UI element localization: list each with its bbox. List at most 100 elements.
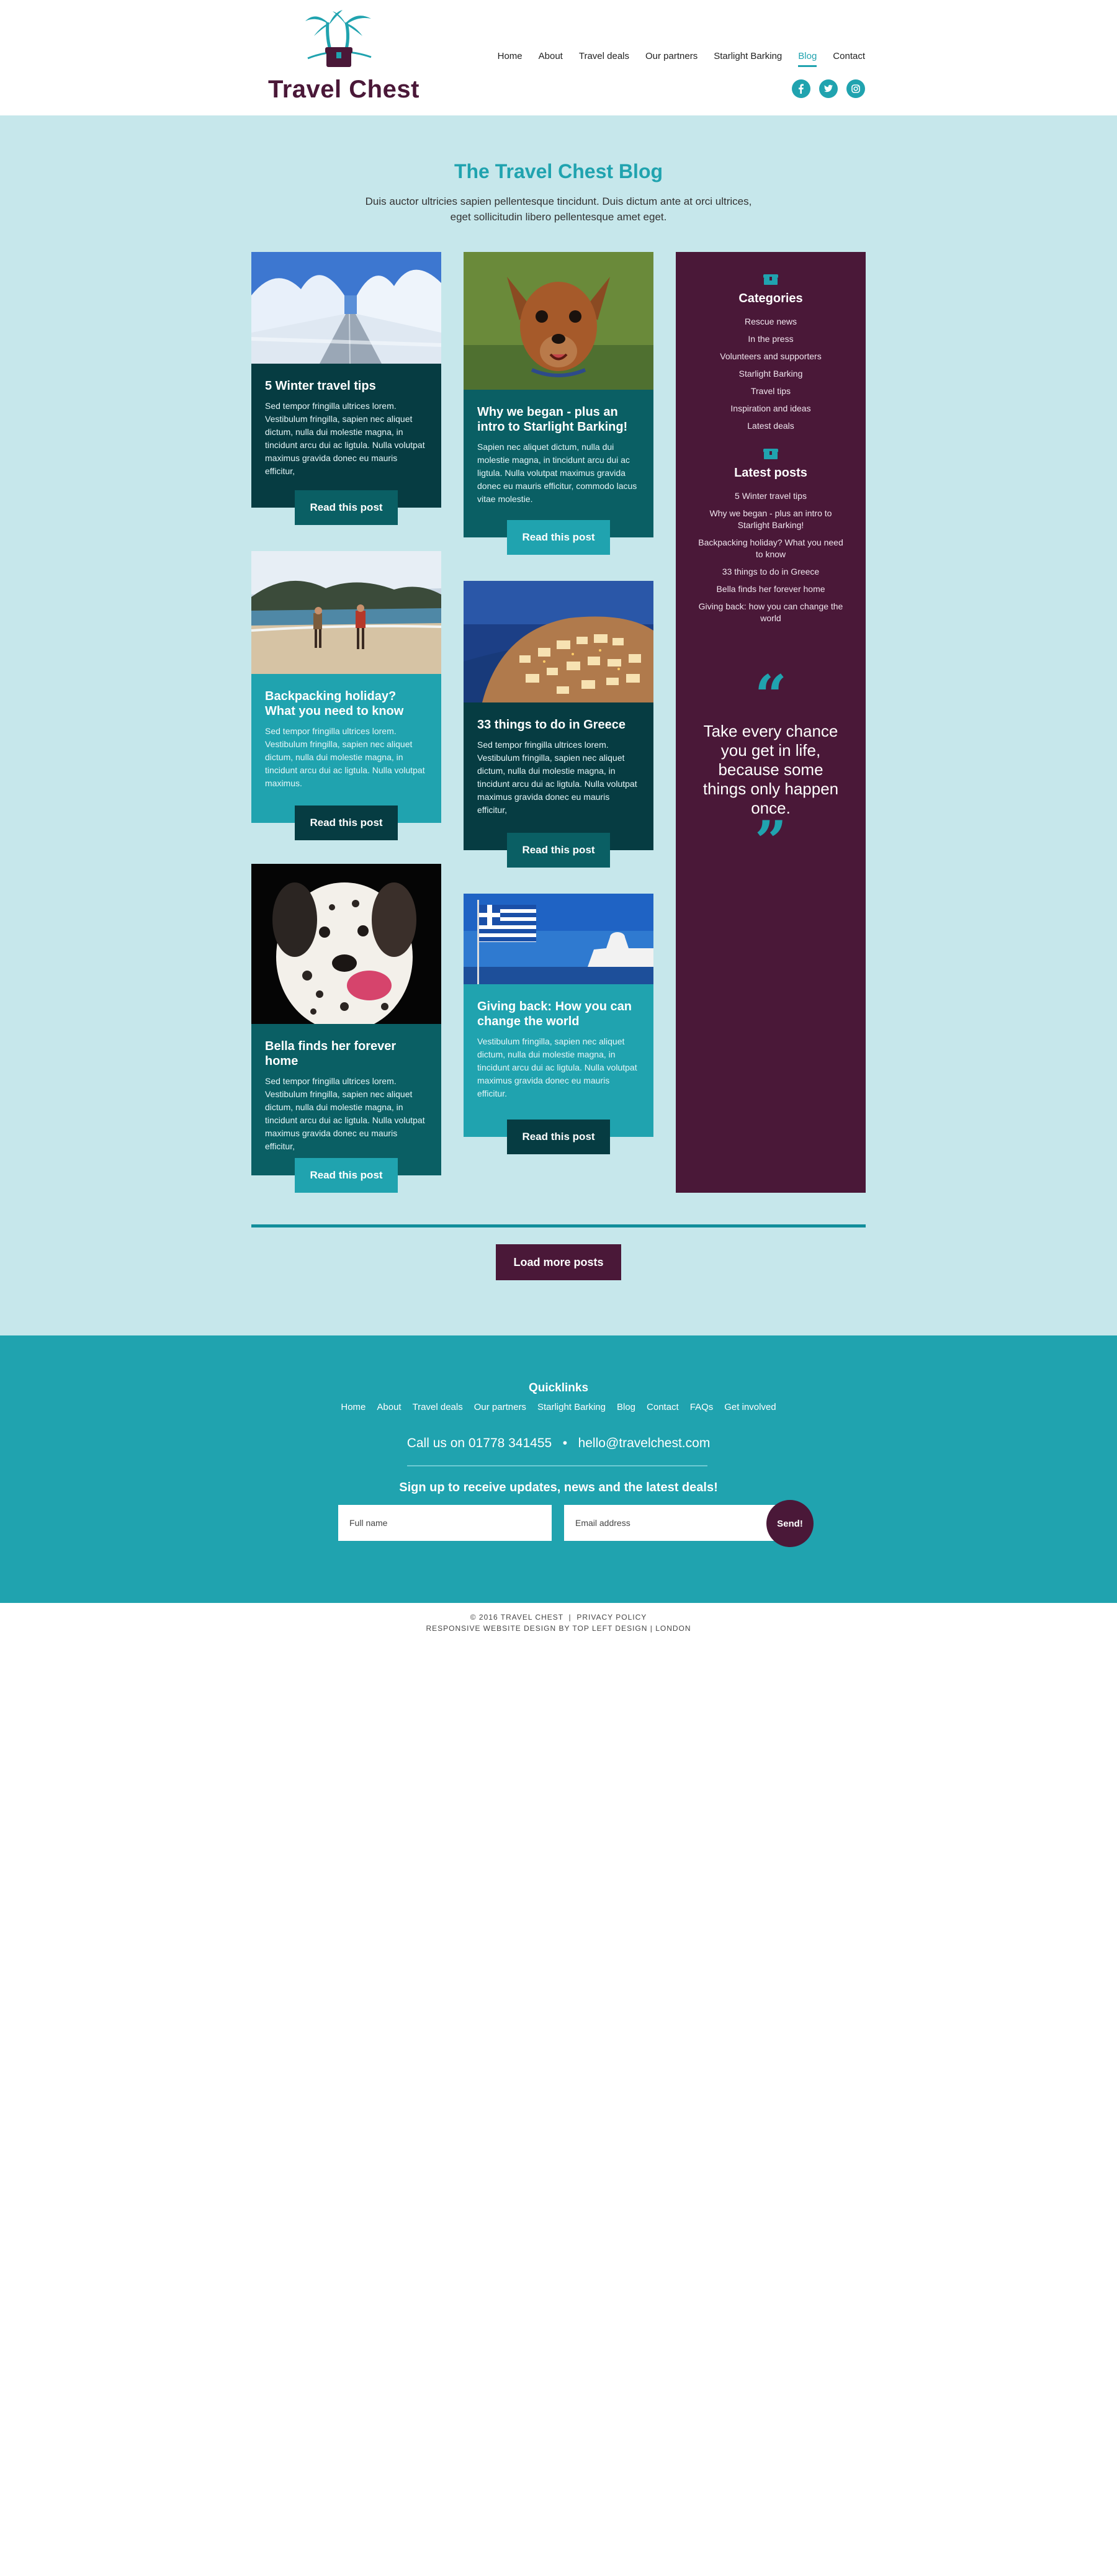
post-title[interactable]: Bella finds her forever home [265,1039,428,1069]
post-card-body: Why we began - plus an intro to Starligh… [464,390,653,537]
page-intro: Duis auctor ultricies sapien pellentesqu… [365,195,752,223]
post-card-giving-back: Giving back: How you can change the worl… [464,894,653,1154]
santorini-image[interactable] [464,581,653,702]
section-divider [251,1224,866,1227]
latest-post-link[interactable]: 33 things to do in Greece [676,563,866,581]
post-card-greece: 33 things to do in Greece Sed tempor fri… [464,581,653,868]
chest-icon [763,274,778,285]
categories-heading: Categories [738,292,803,305]
category-link[interactable]: Rescue news [676,313,866,331]
nav-our-partners[interactable]: Our partners [637,50,706,63]
category-link[interactable]: In the press [676,331,866,348]
load-more-button[interactable]: Load more posts [496,1244,621,1280]
open-quote-icon: “ [755,663,787,729]
sidebar-quote: Take every chance you get in life, becau… [702,722,839,817]
nav-home[interactable]: Home [490,50,531,63]
post-card-body: Backpacking holiday? What you need to kn… [251,674,441,823]
post-excerpt: Sed tempor fringilla ultrices lorem. Ves… [265,726,425,788]
post-card-winter-tips: 5 Winter travel tips Sed tempor fringill… [251,252,441,525]
category-link[interactable]: Starlight Barking [676,366,866,383]
quicklink-get-involved[interactable]: Get involved [719,1402,781,1412]
category-link[interactable]: Travel tips [676,383,866,400]
nav-travel-deals[interactable]: Travel deals [571,50,637,63]
quicklink-contact[interactable]: Contact [641,1402,684,1412]
snowy-road-image[interactable] [251,252,441,364]
copyright-line[interactable]: © 2016 TRAVEL CHEST | PRIVACY POLICY [0,1612,1117,1623]
small-dog-image[interactable] [464,252,653,390]
beach-hikers-image[interactable] [251,551,441,674]
post-title[interactable]: 33 things to do in Greece [477,717,640,732]
quicklink-blog[interactable]: Blog [611,1402,641,1412]
latest-post-link[interactable]: 5 Winter travel tips [676,488,866,505]
logo-wordmark: Travel Chest [268,76,419,103]
post-card-backpacking: Backpacking holiday? What you need to kn… [251,551,441,840]
main-nav: Home About Travel deals Our partners Sta… [490,50,865,67]
quicklink-home[interactable]: Home [335,1402,371,1412]
category-link[interactable]: Inspiration and ideas [676,400,866,418]
read-post-button[interactable]: Read this post [507,833,610,868]
nav-starlight-barking[interactable]: Starlight Barking [706,50,790,63]
post-card-body: Giving back: How you can change the worl… [464,984,653,1137]
quicklink-starlight-barking[interactable]: Starlight Barking [532,1402,611,1412]
categories-list: Rescue news In the press Volunteers and … [676,313,866,435]
quicklink-about[interactable]: About [371,1402,406,1412]
credit-line[interactable]: RESPONSIVE WEBSITE DESIGN BY TOP LEFT DE… [0,1623,1117,1634]
post-title[interactable]: Giving back: How you can change the worl… [477,999,640,1029]
post-excerpt: Vestibulum fringilla, sapien nec aliquet… [477,1036,637,1098]
post-title[interactable]: Backpacking holiday? What you need to kn… [265,689,428,719]
read-post-button[interactable]: Read this post [295,806,398,840]
latest-posts-heading: Latest posts [734,466,807,480]
page-title: The Travel Chest Blog [454,160,663,182]
send-button[interactable]: Send! [766,1500,814,1547]
post-title[interactable]: 5 Winter travel tips [265,379,428,393]
close-quote-icon: ” [755,809,787,874]
nav-contact[interactable]: Contact [825,50,865,63]
nav-about[interactable]: About [531,50,571,63]
post-card-body: Bella finds her forever home Sed tempor … [251,1024,441,1175]
twitter-icon[interactable] [819,79,838,98]
post-card-body: 33 things to do in Greece Sed tempor fri… [464,702,653,850]
quicklink-travel-deals[interactable]: Travel deals [407,1402,469,1412]
post-card-why-we-began: Why we began - plus an intro to Starligh… [464,252,653,555]
post-excerpt: Sed tempor fringilla ultrices lorem. Ves… [265,1076,425,1151]
palm-chest-logo-icon [305,10,372,67]
read-post-button[interactable]: Read this post [295,1158,398,1193]
latest-post-link[interactable]: Bella finds her forever home [676,581,866,598]
social-links [792,79,865,98]
latest-post-link[interactable]: Backpacking holiday? What you need to kn… [676,534,866,563]
quicklinks-heading: Quicklinks [528,1381,589,1394]
latest-posts-list: 5 Winter travel tips Why we began - plus… [676,488,866,627]
travel-chest-logo[interactable]: Travel Chest [264,9,419,108]
footer-divider [407,1465,707,1466]
site-footer: Quicklinks Home About Travel deals Our p… [0,1335,1117,1603]
read-post-button[interactable]: Read this post [295,490,398,525]
site-header: Travel Chest Home About Travel deals Our… [0,0,1117,115]
email-field[interactable] [564,1505,787,1541]
quicklinks-nav: Home About Travel deals Our partners Sta… [0,1402,1117,1412]
dalmatian-image[interactable] [251,864,441,1024]
post-excerpt: Sed tempor fringilla ultrices lorem. Ves… [477,740,637,815]
signup-heading: Sign up to receive updates, news and the… [399,1481,718,1494]
read-post-button[interactable]: Read this post [507,1120,610,1154]
chest-icon [763,449,778,459]
latest-post-link[interactable]: Giving back: how you can change the worl… [676,598,866,627]
latest-post-link[interactable]: Why we began - plus an intro to Starligh… [676,505,866,534]
copyright-block: © 2016 TRAVEL CHEST | PRIVACY POLICY RES… [0,1612,1117,1634]
post-title[interactable]: Why we began - plus an intro to Starligh… [477,405,640,434]
nav-blog[interactable]: Blog [790,50,825,67]
post-excerpt: Sapien nec aliquet dictum, nulla dui mol… [477,442,637,504]
category-link[interactable]: Volunteers and supporters [676,348,866,366]
quicklink-our-partners[interactable]: Our partners [469,1402,532,1412]
full-name-field[interactable] [338,1505,552,1541]
instagram-icon[interactable] [846,79,865,98]
post-card-body: 5 Winter travel tips Sed tempor fringill… [251,364,441,508]
post-card-bella: Bella finds her forever home Sed tempor … [251,864,441,1193]
category-link[interactable]: Latest deals [676,418,866,435]
blog-main: The Travel Chest Blog Duis auctor ultric… [0,115,1117,1335]
facebook-icon[interactable] [792,79,810,98]
read-post-button[interactable]: Read this post [507,520,610,555]
quicklink-faqs[interactable]: FAQs [684,1402,719,1412]
contact-details[interactable]: Call us on 01778 341455 • hello@travelch… [0,1436,1117,1451]
blog-sidebar: Categories Rescue news In the press Volu… [676,252,866,1193]
greek-flag-image[interactable] [464,894,653,984]
